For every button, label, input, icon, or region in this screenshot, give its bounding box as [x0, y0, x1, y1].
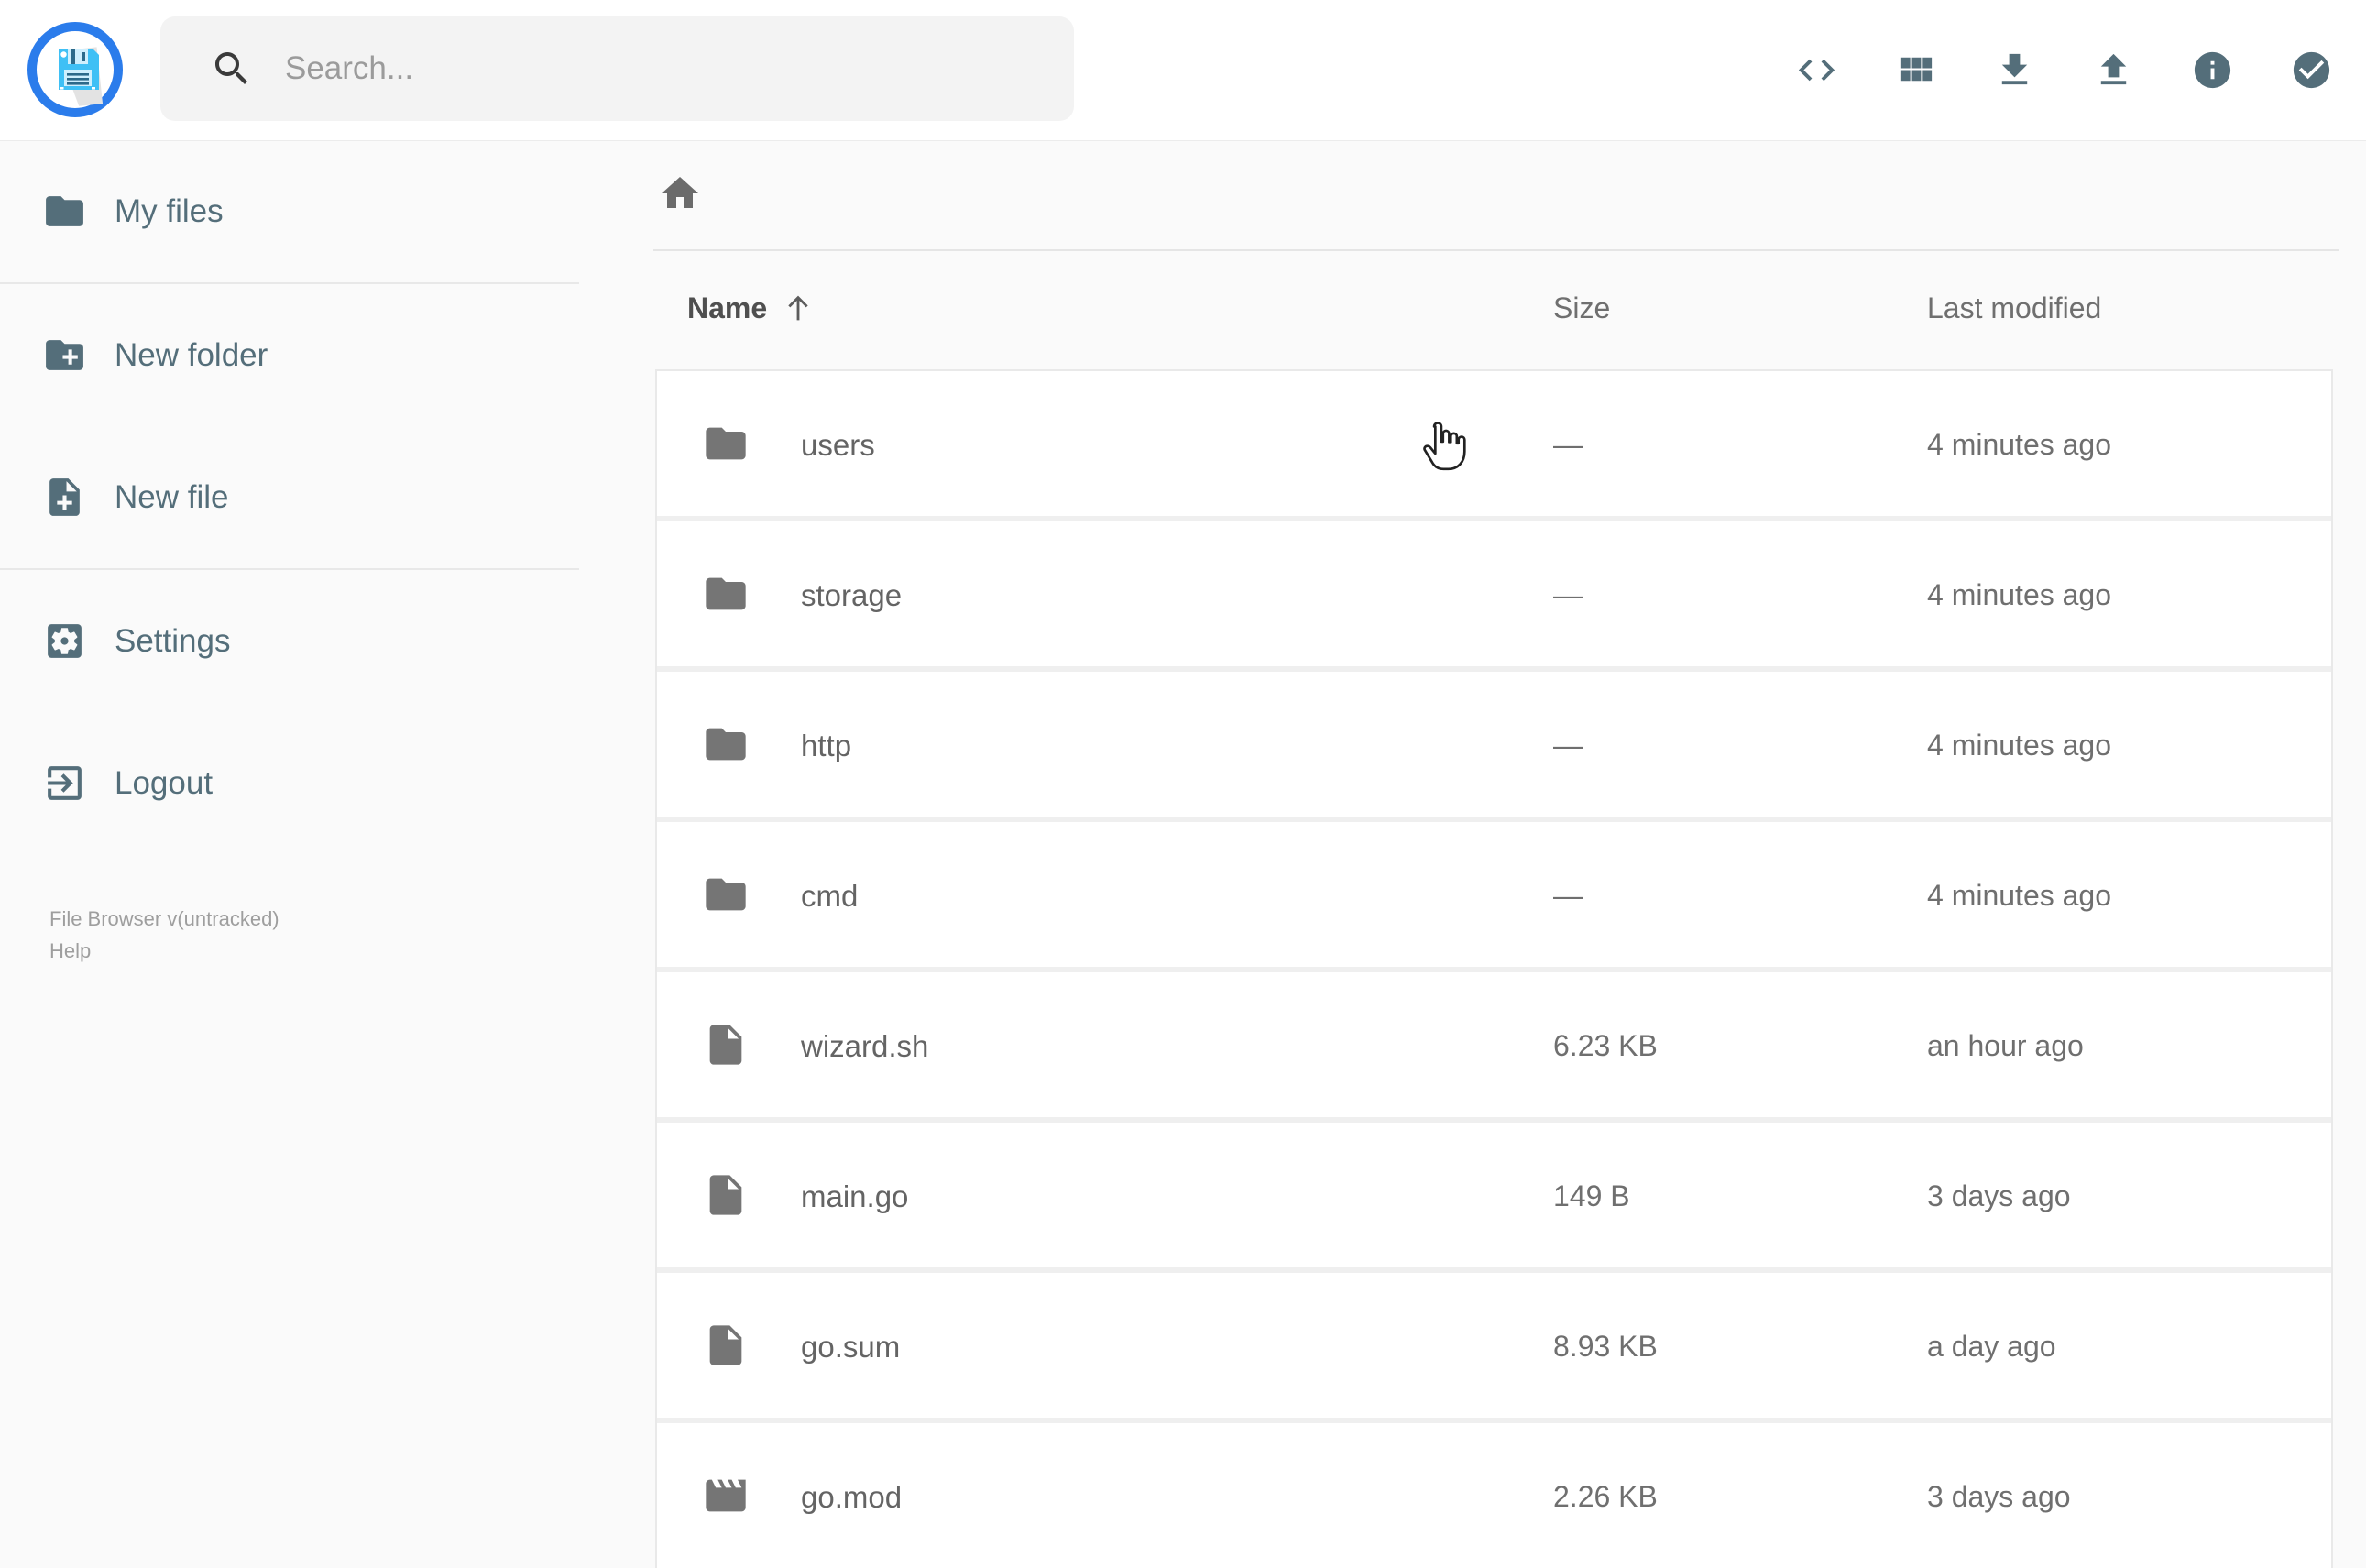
movie-icon	[702, 1472, 750, 1519]
column-header-modified[interactable]: Last modified	[1927, 291, 2101, 325]
table-row-cmd[interactable]: cmd — 4 minutes ago	[657, 817, 2331, 967]
file-name: go.mod	[801, 1480, 903, 1514]
file-icon	[709, 1325, 742, 1365]
header-actions	[1795, 0, 2333, 139]
top-bar	[0, 0, 2366, 141]
create-new-folder-icon	[42, 333, 87, 378]
file-icon	[702, 1021, 750, 1069]
table-row-wizard.sh[interactable]: wizard.sh 6.23 KB an hour ago	[657, 967, 2331, 1117]
sidebar-item-new-file[interactable]: New file	[0, 426, 579, 568]
file-modified: a day ago	[1927, 1330, 2056, 1363]
table-row-go.mod[interactable]: go.mod 2.26 KB 3 days ago	[657, 1418, 2331, 1568]
file-modified: 4 minutes ago	[1927, 729, 2112, 762]
folder-icon	[706, 878, 746, 911]
column-header-name[interactable]: Name	[687, 290, 816, 326]
settings-icon	[42, 619, 87, 663]
logout-icon	[42, 761, 87, 806]
file-listing: users — 4 minutes ago storage — 4 minute…	[655, 369, 2333, 1568]
folder-icon	[702, 420, 750, 467]
table-row-users[interactable]: users — 4 minutes ago	[657, 371, 2331, 516]
sidebar-footer: File Browser v(untracked) Help	[49, 903, 279, 967]
file-name: users	[801, 428, 875, 462]
file-icon	[709, 1025, 742, 1065]
sort-ascending-icon	[788, 295, 808, 321]
file-icon	[702, 1171, 750, 1219]
file-name: storage	[801, 578, 903, 612]
file-name: main.go	[801, 1179, 909, 1213]
breadcrumb-divider	[653, 249, 2339, 251]
search-icon	[215, 52, 247, 84]
file-size: —	[1553, 729, 1583, 762]
file-icon	[702, 1321, 750, 1369]
version-link[interactable]: File Browser v(untracked)	[49, 903, 279, 935]
file-modified: an hour ago	[1927, 1029, 2084, 1062]
sidebar-item-label: Logout	[115, 764, 214, 801]
table-row-storage[interactable]: storage — 4 minutes ago	[657, 516, 2331, 666]
folder-icon	[42, 189, 87, 234]
table-row-http[interactable]: http — 4 minutes ago	[657, 666, 2331, 817]
file-size: 6.23 KB	[1553, 1029, 1658, 1062]
file-name: go.sum	[801, 1330, 901, 1364]
app-logo[interactable]	[27, 22, 123, 117]
folder-icon	[702, 720, 750, 768]
file-size: —	[1553, 428, 1583, 461]
search-input[interactable]	[283, 49, 1020, 88]
sidebar-item-new-folder[interactable]: New folder	[0, 284, 579, 426]
file-modified: 4 minutes ago	[1927, 578, 2112, 611]
floppy-disk-logo-icon	[27, 22, 123, 117]
file-modified: 4 minutes ago	[1927, 428, 2112, 461]
file-modified: 4 minutes ago	[1927, 879, 2112, 912]
file-name: http	[801, 729, 852, 762]
folder-icon	[706, 577, 746, 610]
movie-icon	[706, 1479, 746, 1512]
sidebar-item-label: New file	[115, 478, 229, 515]
folder-icon	[706, 427, 746, 460]
file-size: —	[1553, 879, 1583, 912]
table-row-go.sum[interactable]: go.sum 8.93 KB a day ago	[657, 1267, 2331, 1418]
file-size: 8.93 KB	[1553, 1330, 1658, 1363]
file-size: —	[1553, 578, 1583, 611]
folder-icon	[702, 871, 750, 918]
file-modified: 3 days ago	[1927, 1179, 2071, 1212]
sidebar-item-label: My files	[115, 192, 224, 229]
column-header-size[interactable]: Size	[1553, 291, 1610, 325]
sidebar-item-my-files[interactable]: My files	[0, 140, 579, 282]
upload-icon[interactable]	[2092, 49, 2135, 92]
file-size: 2.26 KB	[1553, 1480, 1658, 1513]
home-icon	[662, 177, 698, 208]
sidebar-item-label: New folder	[115, 336, 268, 373]
table-row-main.go[interactable]: main.go 149 B 3 days ago	[657, 1117, 2331, 1267]
file-name: cmd	[801, 879, 859, 913]
listing-header: Name Size Last modified	[579, 290, 2366, 335]
main-content: Name Size Last modified users — 4 minute…	[579, 140, 2366, 1568]
folder-icon	[706, 728, 746, 761]
sidebar-item-settings[interactable]: Settings	[0, 570, 579, 712]
select-multiple-icon[interactable]	[2290, 49, 2333, 92]
grid-view-icon[interactable]	[1894, 49, 1937, 92]
sidebar: My files New folder New file Settings Lo…	[0, 140, 579, 1521]
file-icon	[709, 1175, 742, 1215]
new-file-icon	[42, 475, 87, 520]
file-modified: 3 days ago	[1927, 1480, 2071, 1513]
help-link[interactable]: Help	[49, 935, 279, 967]
search-bar	[160, 16, 1074, 121]
folder-icon	[702, 570, 750, 618]
sidebar-item-logout[interactable]: Logout	[0, 712, 579, 854]
file-name: wizard.sh	[801, 1029, 929, 1063]
sidebar-item-label: Settings	[115, 622, 231, 659]
code-view-icon[interactable]	[1795, 49, 1838, 92]
file-size: 149 B	[1553, 1179, 1630, 1212]
info-icon[interactable]	[2191, 49, 2234, 92]
download-icon[interactable]	[1993, 49, 2036, 92]
breadcrumb-home-button[interactable]	[658, 171, 702, 215]
